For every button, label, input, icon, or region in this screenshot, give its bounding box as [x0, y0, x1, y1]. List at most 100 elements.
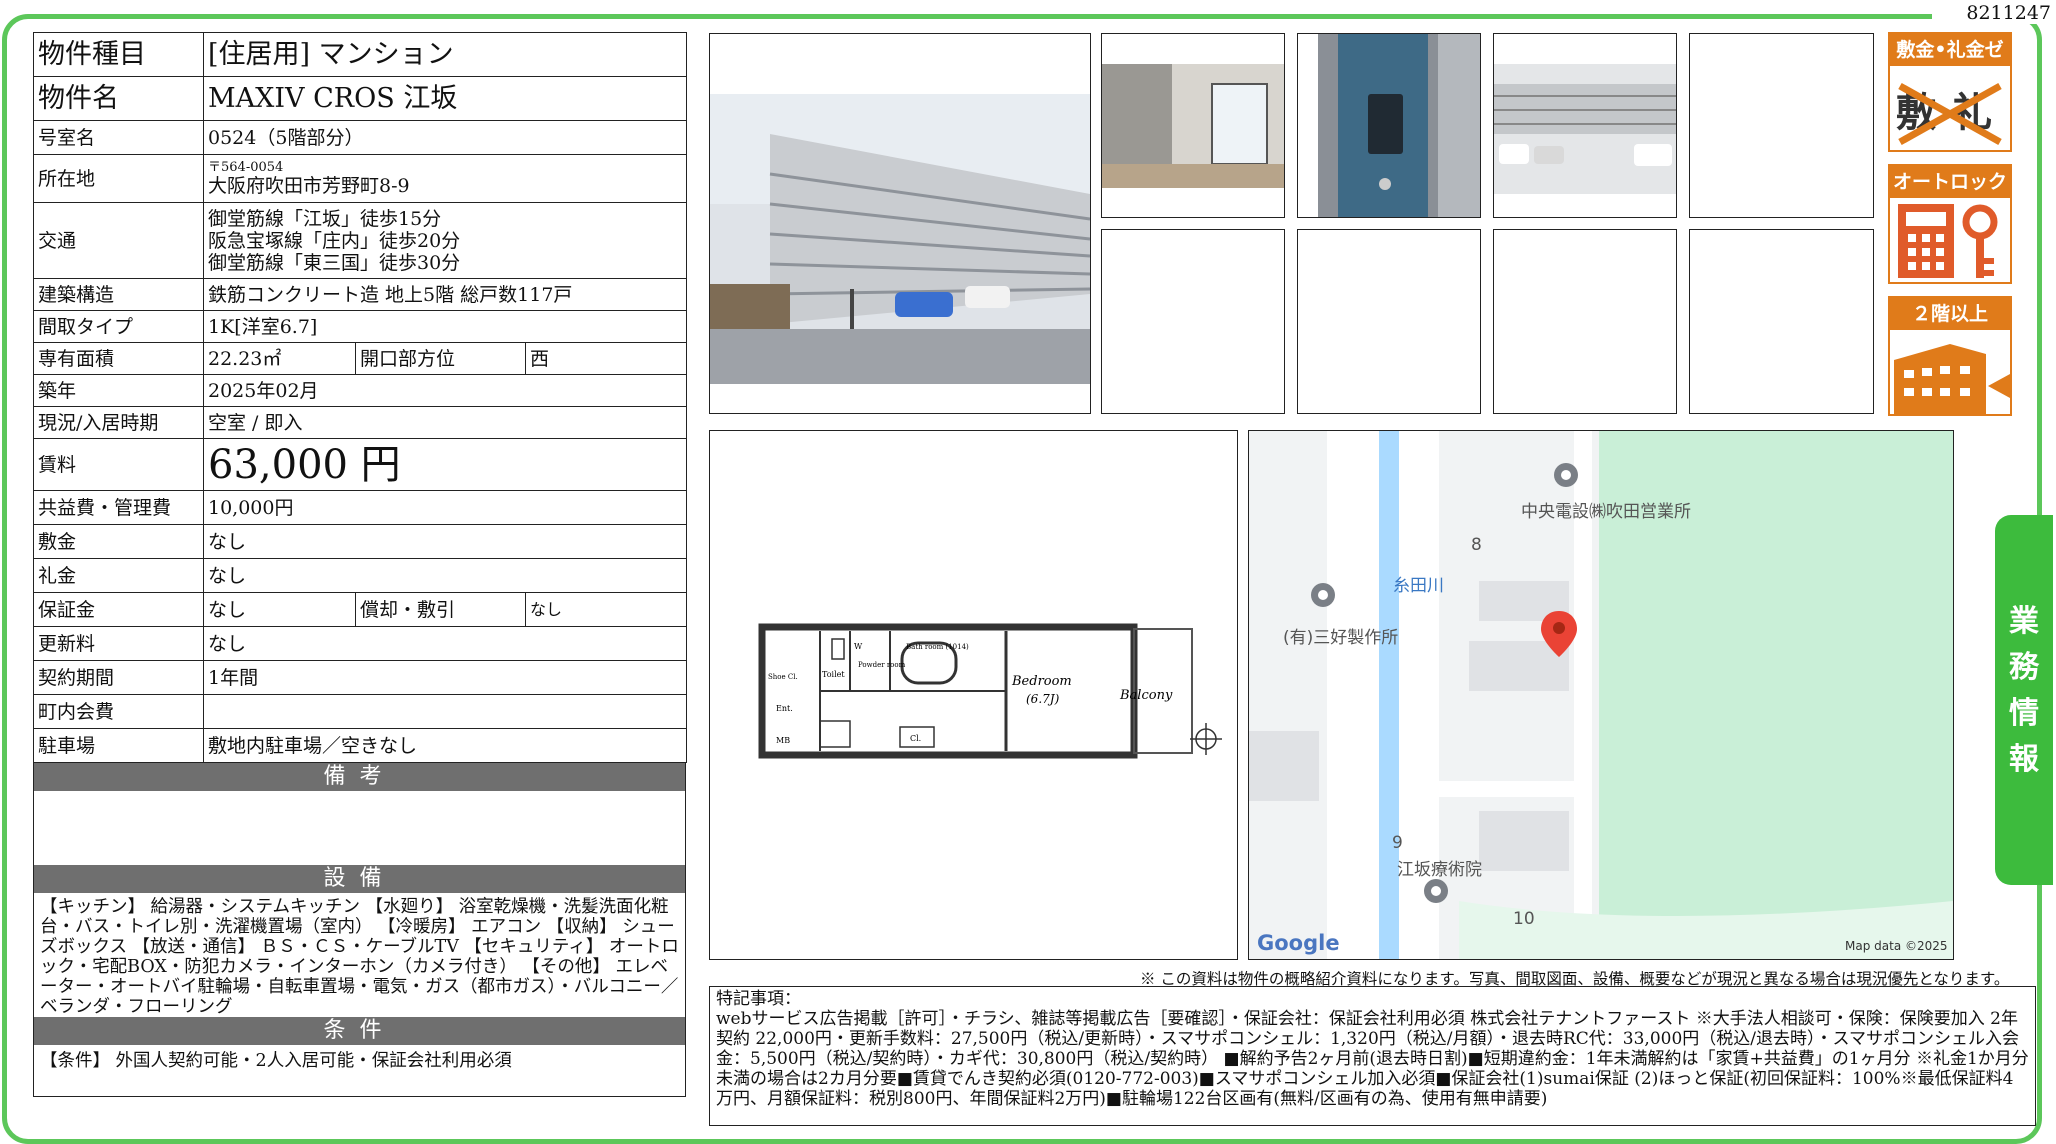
map-label-chuo-densetsu: 中央電設㈱吹田営業所 — [1521, 502, 1691, 522]
photo-intercom[interactable] — [1297, 33, 1481, 218]
row-renewal: 更新料 なし — [33, 626, 688, 661]
section-bikou-header: 備考 — [33, 763, 686, 791]
floorplan-panel[interactable]: Bedroom (6.7J) Balcony Bath room (1014) … — [709, 430, 1238, 960]
map-panel[interactable]: 中央電設㈱吹田営業所 (有)三好製作所 江坂療術院 糸田川 8 9 10 Goo… — [1248, 430, 1954, 960]
fp-powder: Powder room — [858, 661, 906, 669]
building-icon — [1894, 344, 2010, 414]
value-deposit: なし — [202, 524, 688, 559]
row-rent: 賃料 63,000 円 — [33, 438, 688, 491]
tab-char-1: 業 — [2009, 604, 2039, 639]
map-number-9: 9 — [1392, 833, 1403, 853]
label-renewal: 更新料 — [33, 626, 204, 661]
row-structure: 建築構造 鉄筋コンクリート造 地上5階 総戸数117戸 — [33, 278, 688, 311]
label-layout: 間取タイプ — [33, 310, 204, 343]
value-layout: 1K[洋室6.7] — [202, 310, 688, 343]
row-access: 交通 御堂筋線「江坂」徒歩15分 阪急宝塚線「庄内」徒歩20分 御堂筋線「東三国… — [33, 202, 688, 279]
label-term: 契約期間 — [33, 660, 204, 695]
fp-wm: W — [854, 642, 863, 651]
row-name: 物件名 MAXIV CROS 江坂 — [33, 76, 688, 121]
tab-char-4: 報 — [2009, 742, 2039, 777]
label-rent: 賃料 — [33, 438, 204, 491]
spec-panel: 物件種目 [住居用] マンション 物件名 MAXIV CROS 江坂 号室名 0… — [33, 32, 688, 1097]
remarks-text: webサービス広告掲載［許可］・チラシ、雑誌等掲載広告［要確認］・保証会社：保証… — [716, 1009, 2029, 1109]
row-guarantee: 保証金 なし 償却・敷引 なし — [33, 592, 688, 627]
badge-autolock: オートロック — [1888, 164, 2012, 284]
photo-slot-9[interactable] — [1689, 229, 1874, 414]
tab-label: 業 務 情 報 — [1995, 599, 2053, 783]
access-line-1: 御堂筋線「江坂」徒歩15分 — [208, 207, 442, 230]
value-area: 22.23㎡ — [203, 342, 356, 375]
photo-exterior[interactable] — [709, 33, 1091, 414]
label-access: 交通 — [33, 202, 204, 279]
row-room: 号室名 0524（5階部分） — [33, 120, 688, 155]
section-jouken-header: 条件 — [33, 1017, 686, 1045]
photo-slot-6[interactable] — [1101, 229, 1285, 414]
label-address: 所在地 — [33, 154, 204, 203]
map-label-miyoshi: (有)三好製作所 — [1283, 628, 1399, 648]
label-room: 号室名 — [33, 120, 204, 155]
google-logo: Google — [1257, 931, 1340, 955]
label-fee: 共益費・管理費 — [33, 490, 204, 525]
label-keymoney: 礼金 — [33, 558, 204, 593]
label-direction: 開口部方位 — [355, 342, 526, 375]
badge-zero-deposit: 敷金•礼金ゼロ 敷 礼 — [1888, 32, 2012, 152]
poi-pin-icon-3 — [1424, 879, 1448, 903]
badge-autolock-label: オートロック — [1890, 166, 2010, 198]
value-amort: なし — [524, 592, 688, 627]
label-type: 物件種目 — [33, 32, 204, 77]
poi-pin-icon-2 — [1311, 583, 1335, 607]
value-type: [住居用] マンション — [202, 32, 688, 77]
interior-photo-image — [1102, 64, 1284, 217]
fp-bath: Bath room (1014) — [906, 643, 969, 651]
access-line-2: 阪急宝塚線「庄内」徒歩20分 — [208, 229, 461, 252]
value-direction: 西 — [524, 342, 688, 375]
row-area: 専有面積 22.23㎡ 開口部方位 西 — [33, 342, 688, 375]
value-structure: 鉄筋コンクリート造 地上5階 総戸数117戸 — [202, 278, 688, 311]
spec-table: 物件種目 [住居用] マンション 物件名 MAXIV CROS 江坂 号室名 0… — [33, 32, 688, 763]
row-parking: 駐車場 敷地内駐車場／空きなし — [33, 728, 688, 763]
no-deposit-icon: 敷 礼 — [1896, 82, 2002, 146]
map-number-8: 8 — [1471, 535, 1482, 555]
address-text: 大阪府吹田市芳野町8-9 — [208, 175, 410, 197]
row-type: 物件種目 [住居用] マンション — [33, 32, 688, 77]
business-info-tab[interactable]: 業 務 情 報 — [1995, 515, 2053, 885]
label-town: 町内会費 — [33, 694, 204, 729]
label-built: 築年 — [33, 374, 204, 407]
row-deposit: 敷金 なし — [33, 524, 688, 559]
photo-slot-8[interactable] — [1493, 229, 1677, 414]
value-fee: 10,000円 — [202, 490, 688, 525]
fp-bedroom: Bedroom — [1011, 674, 1072, 689]
section-jouken-body: 【条件】 外国人契約可能・2人入居可能・保証会社利用必須 — [33, 1045, 686, 1097]
tab-char-3: 情 — [2009, 696, 2039, 731]
floorplan-image: Bedroom (6.7J) Balcony Bath room (1014) … — [758, 623, 1222, 759]
row-status: 現況/入居時期 空室 / 即入 — [33, 406, 688, 439]
value-parking: 敷地内駐車場／空きなし — [202, 728, 688, 763]
fp-cl: Cl. — [910, 734, 921, 743]
value-renewal: なし — [202, 626, 688, 661]
location-pin-icon — [1541, 611, 1577, 657]
photo-parking[interactable] — [1493, 33, 1677, 218]
photo-interior[interactable] — [1101, 33, 1285, 218]
value-built: 2025年02月 — [202, 374, 688, 407]
label-parking: 駐車場 — [33, 728, 204, 763]
remarks-title: 特記事項： — [716, 989, 801, 1009]
row-address: 所在地 〒564-0054 大阪府吹田市芳野町8-9 — [33, 154, 688, 203]
section-bikou-body — [33, 791, 686, 865]
photo-slot-5[interactable] — [1689, 33, 1874, 218]
badge-zero-deposit-label: 敷金•礼金ゼロ — [1890, 34, 2010, 93]
value-name: MAXIV CROS 江坂 — [202, 76, 688, 121]
label-status: 現況/入居時期 — [33, 406, 204, 439]
map-label-river: 糸田川 — [1393, 576, 1444, 596]
value-keymoney: なし — [202, 558, 688, 593]
label-structure: 建築構造 — [33, 278, 204, 311]
value-guarantee: なし — [203, 592, 356, 627]
row-layout: 間取タイプ 1K[洋室6.7] — [33, 310, 688, 343]
fp-bedroom-size: (6.7J) — [1026, 692, 1060, 706]
photo-slot-7[interactable] — [1297, 229, 1481, 414]
value-town — [202, 694, 688, 729]
fp-shoe: Shoe Cl. — [768, 673, 798, 681]
exterior-photo-image — [710, 94, 1090, 413]
access-line-3: 御堂筋線「東三国」徒歩30分 — [208, 251, 461, 274]
tab-char-2: 務 — [2009, 650, 2039, 685]
map-number-10: 10 — [1513, 909, 1535, 929]
